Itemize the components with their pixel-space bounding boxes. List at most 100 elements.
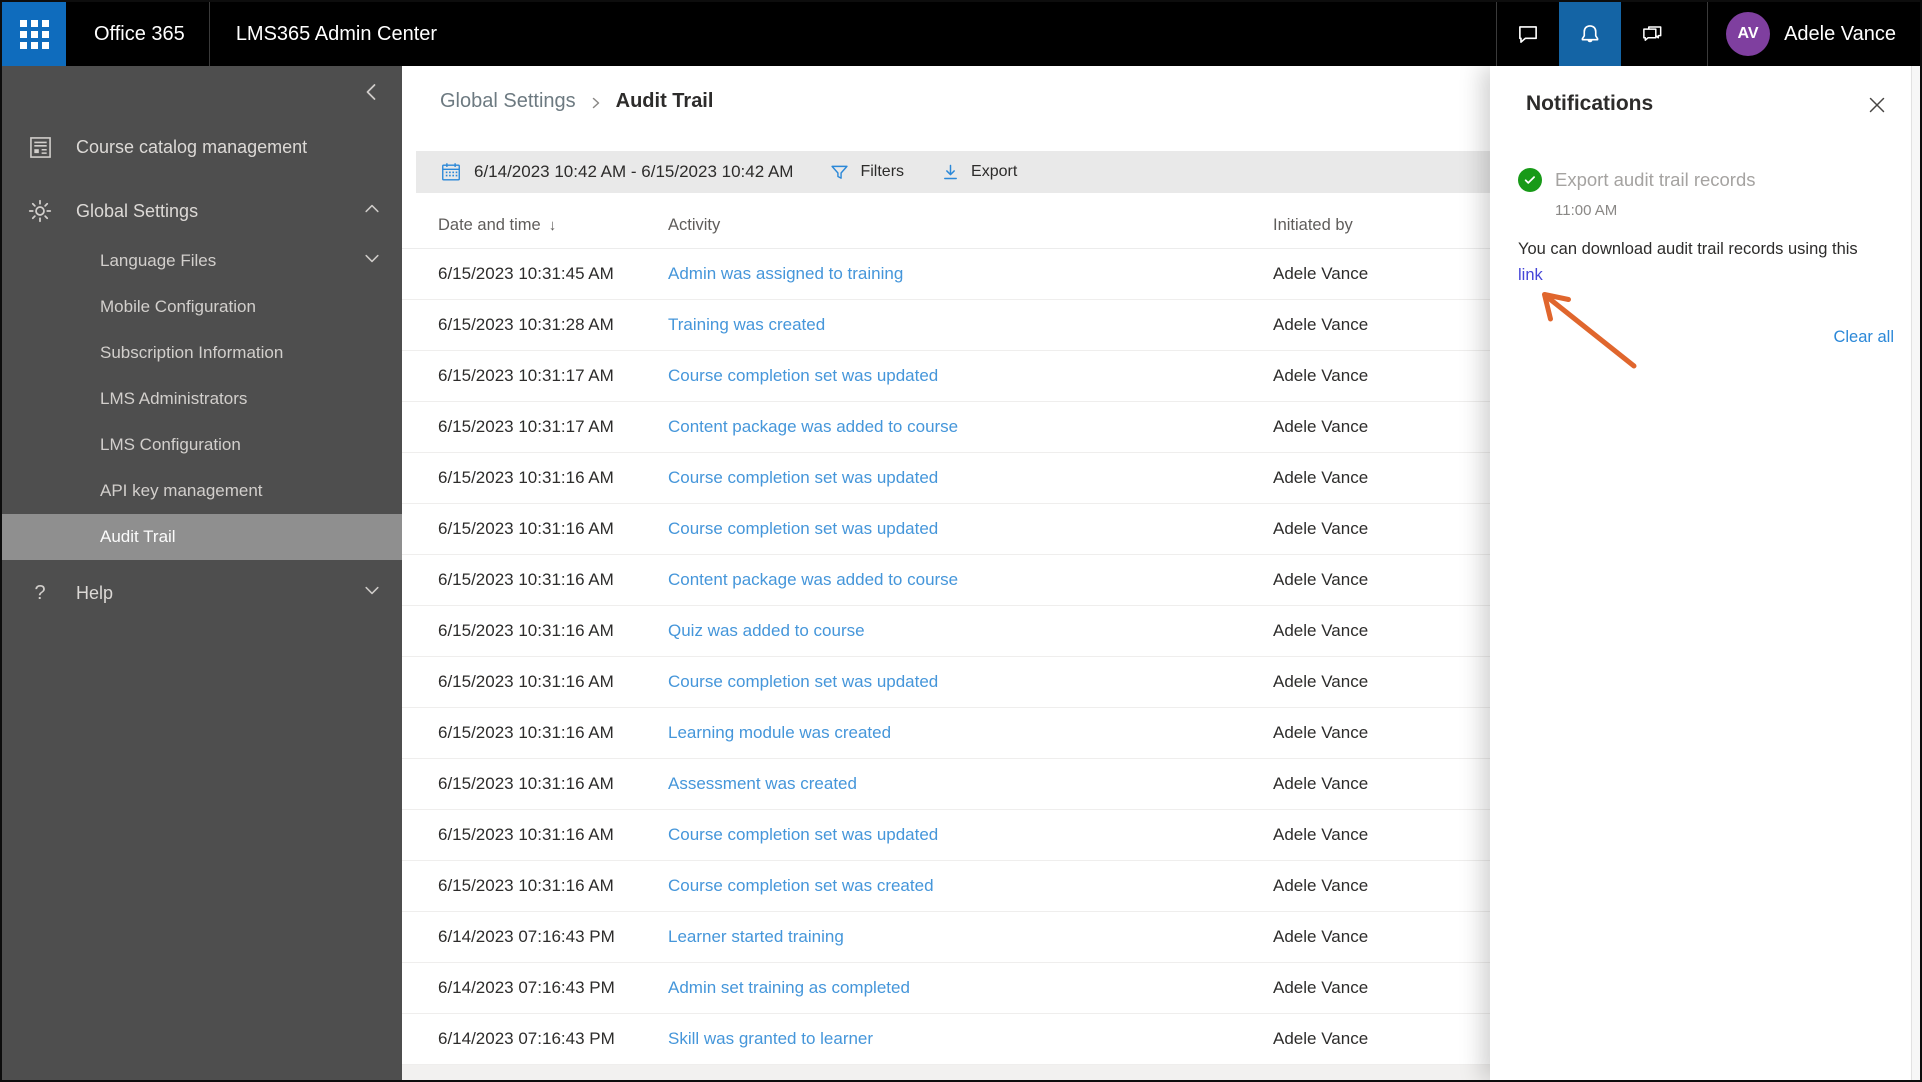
sidebar-item-label: Audit Trail: [100, 527, 176, 546]
app-title: LMS365 Admin Center: [235, 22, 438, 45]
sidebar-item-label: Subscription Information: [100, 343, 284, 362]
column-header-label: Date and time: [438, 216, 541, 234]
breadcrumb-global-settings[interactable]: Global Settings: [440, 90, 576, 113]
office-365-link[interactable]: Office 365: [94, 23, 185, 46]
chevron-up-icon: [362, 199, 382, 224]
sidebar-item-help[interactable]: ? Help: [2, 566, 402, 620]
app-launcher-button[interactable]: [2, 2, 66, 66]
calendar-icon: [440, 161, 462, 183]
sidebar-item-label: LMS Administrators: [100, 389, 248, 408]
sort-desc-icon: ↓: [548, 217, 557, 234]
sidebar-item-label: Language Files: [100, 251, 217, 270]
notification-item: Export audit trail records: [1518, 168, 1756, 192]
activity-link[interactable]: Assessment was created: [668, 774, 857, 793]
chat-button[interactable]: [1497, 2, 1559, 66]
app-window: Office 365 LMS365 Admin Center AV Adele …: [0, 0, 1922, 1082]
row-date: 6/15/2023 10:31:16 AM: [438, 621, 614, 640]
activity-link[interactable]: Skill was granted to learner: [668, 1029, 873, 1048]
row-date: 6/15/2023 10:31:16 AM: [438, 468, 614, 487]
sidebar-item-lms-configuration[interactable]: LMS Configuration: [2, 422, 402, 468]
row-date: 6/15/2023 10:31:16 AM: [438, 825, 614, 844]
row-date: 6/15/2023 10:31:16 AM: [438, 876, 614, 895]
gear-icon: [26, 197, 54, 225]
activity-link[interactable]: Training was created: [668, 315, 825, 334]
row-date: 6/14/2023 07:16:43 PM: [438, 1029, 615, 1048]
sidebar-item-api-key-management[interactable]: API key management: [2, 468, 402, 514]
sidebar-item-label: API key management: [100, 481, 263, 500]
activity-link[interactable]: Learner started training: [668, 927, 844, 946]
close-notifications-button[interactable]: [1866, 94, 1888, 116]
notification-body-text: You can download audit trail records usi…: [1518, 240, 1858, 258]
column-header-date-and-time[interactable]: Date and time ↓: [438, 216, 668, 235]
filters-button[interactable]: Filters: [829, 162, 904, 183]
row-date: 6/14/2023 07:16:43 PM: [438, 927, 615, 946]
sidebar-item-course-catalog-management[interactable]: Course catalog management: [2, 120, 402, 174]
date-range-picker[interactable]: 6/14/2023 10:42 AM - 6/15/2023 10:42 AM: [474, 162, 793, 182]
chat-icon: [1519, 26, 1537, 43]
column-header-activity: Activity: [668, 216, 721, 234]
sidebar-item-lms-administrators[interactable]: LMS Administrators: [2, 376, 402, 422]
activity-link[interactable]: Admin set training as completed: [668, 978, 910, 997]
bell-icon: [1581, 25, 1599, 43]
activity-link[interactable]: Course completion set was updated: [668, 468, 938, 487]
page-title: Audit Trail: [615, 90, 714, 112]
row-date: 6/15/2023 10:31:16 AM: [438, 723, 614, 742]
export-button[interactable]: Export: [940, 162, 1017, 183]
row-date: 6/15/2023 10:31:16 AM: [438, 774, 614, 793]
row-date: 6/15/2023 10:31:28 AM: [438, 315, 614, 334]
feedback-button[interactable]: [1621, 2, 1683, 66]
chevron-down-icon: [362, 581, 382, 606]
sidebar-item-subscription-information[interactable]: Subscription Information: [2, 330, 402, 376]
notification-title: Export audit trail records: [1555, 169, 1756, 190]
row-date: 6/15/2023 10:31:17 AM: [438, 417, 614, 436]
feedback-icon: [1643, 26, 1662, 41]
success-icon: [1518, 168, 1542, 192]
notifications-panel-title: Notifications: [1526, 92, 1654, 115]
panel-scrollbar-gutter[interactable]: [1911, 66, 1920, 1080]
activity-link[interactable]: Content package was added to course: [668, 417, 958, 436]
sidebar-item-global-settings[interactable]: Global Settings: [2, 184, 402, 238]
sidebar-collapse-row: [2, 66, 402, 116]
sidebar-item-mobile-configuration[interactable]: Mobile Configuration: [2, 284, 402, 330]
sidebar-collapse-button[interactable]: [360, 80, 384, 109]
activity-link[interactable]: Admin was assigned to training: [668, 264, 903, 283]
activity-link[interactable]: Course completion set was updated: [668, 519, 938, 538]
filters-label: Filters: [860, 163, 905, 180]
user-name[interactable]: Adele Vance: [1784, 23, 1896, 46]
row-date: 6/15/2023 10:31:16 AM: [438, 570, 614, 589]
avatar-initials: AV: [1737, 25, 1759, 42]
activity-link[interactable]: Course completion set was updated: [668, 366, 938, 385]
activity-link[interactable]: Course completion set was updated: [668, 825, 938, 844]
sidebar-nav: Course catalog management Global Setting…: [2, 66, 402, 1080]
user-avatar[interactable]: AV: [1726, 12, 1771, 56]
export-label: Export: [971, 163, 1018, 180]
catalog-icon: [26, 133, 54, 161]
suite-bar: Office 365 LMS365 Admin Center AV Adele …: [2, 2, 1920, 66]
activity-link[interactable]: Course completion set was updated: [668, 672, 938, 691]
close-icon: [1869, 97, 1885, 113]
row-date: 6/15/2023 10:31:45 AM: [438, 264, 614, 283]
row-date: 6/15/2023 10:31:16 AM: [438, 519, 614, 538]
clear-all-button[interactable]: Clear all: [1833, 328, 1894, 347]
activity-link[interactable]: Quiz was added to course: [668, 621, 865, 640]
help-icon: ?: [34, 581, 46, 604]
collapse-icon: [366, 84, 376, 100]
topbar-divider: [208, 2, 210, 66]
chevron-down-icon: [362, 249, 382, 274]
activity-link[interactable]: Course completion set was created: [668, 876, 934, 895]
export-icon: [944, 164, 957, 179]
chevron-right-icon: [588, 95, 604, 111]
activity-link[interactable]: Content package was added to course: [668, 570, 958, 589]
sidebar-item-label: Global Settings: [76, 200, 199, 221]
notifications-panel: Notifications Export audit trail records…: [1490, 66, 1920, 1080]
topbar-divider: [1707, 2, 1709, 66]
row-date: 6/14/2023 07:16:43 PM: [438, 978, 615, 997]
sidebar-item-label: Course catalog management: [76, 136, 308, 157]
notifications-button[interactable]: [1559, 2, 1622, 66]
sidebar-item-language-files[interactable]: Language Files: [2, 238, 402, 284]
sidebar-item-audit-trail[interactable]: Audit Trail: [2, 514, 402, 560]
sidebar-item-label: Help: [76, 582, 114, 603]
activity-link[interactable]: Learning module was created: [668, 723, 891, 742]
row-date: 6/15/2023 10:31:16 AM: [438, 672, 614, 691]
sidebar-item-label: Mobile Configuration: [100, 297, 256, 316]
